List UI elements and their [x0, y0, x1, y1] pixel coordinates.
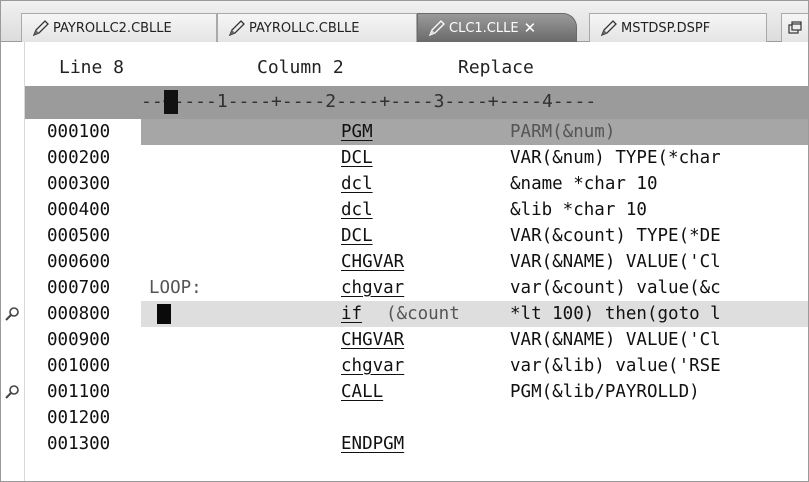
cl-parameters: (&count — [386, 304, 460, 324]
cl-parameters: &name *char 10 — [510, 174, 658, 194]
sequence-number: 000100 — [47, 122, 111, 142]
column-ruler: --+----1----+----2----+----3----+----4--… — [25, 86, 808, 119]
source-line[interactable]: 001200 — [25, 405, 808, 431]
cl-command: CALL — [341, 382, 384, 402]
code-area[interactable]: chgvar var(&lib) value('RSE — [141, 353, 808, 379]
sequence-number: 000900 — [47, 330, 111, 350]
source-line[interactable]: 000600 CHGVAR VAR(&NAME) VALUE('Cl — [25, 249, 808, 275]
source-line[interactable]: 000700 LOOP: chgvar var(&count) value(&c — [25, 275, 808, 301]
cl-parameters: var(&lib) value('RSE — [510, 356, 721, 376]
cl-command: ENDPGM — [341, 434, 405, 454]
breakpoint-gutter[interactable] — [1, 42, 25, 481]
pencil-icon — [428, 20, 445, 37]
tab-label: MSTDSP.DSPF — [621, 20, 711, 36]
cl-parameters: VAR(&NAME) VALUE('Cl — [510, 252, 721, 272]
ruler-cursor-marker — [164, 90, 178, 114]
breakpoint-icon[interactable] — [4, 306, 20, 322]
column-indicator: Column 2 — [257, 57, 344, 78]
sequence-number: 000500 — [47, 226, 111, 246]
lpex-editor[interactable]: Line 8 Column 2 Replace --+----1----+---… — [1, 42, 808, 481]
source-line[interactable]: 001300 ENDPGM — [25, 431, 808, 457]
sequence-number: 000200 — [47, 148, 111, 168]
cl-command: chgvar — [341, 356, 405, 376]
source-line[interactable]: 001100 CALL PGM(&lib/PAYROLLD) — [5, 379, 808, 405]
tab-mstdsp-dspf[interactable]: MSTDSP.DSPF — [589, 13, 767, 42]
tab-overflow-button[interactable] — [781, 13, 808, 42]
editor-window: PAYROLLC2.CBLLE PAYROLLC.CBLLE CLC1.CLLE… — [0, 0, 809, 482]
code-area[interactable]: if (&count *lt 100) then(goto l — [141, 301, 808, 327]
cl-parameters: PGM(&lib/PAYROLLD) — [510, 382, 700, 402]
source-line[interactable]: 000900 CHGVAR VAR(&NAME) VALUE('Cl — [25, 327, 808, 353]
cl-parameters: &lib *char 10 — [510, 200, 647, 220]
source-line[interactable]: 000300 dcl &name *char 10 — [25, 171, 808, 197]
tab-label: PAYROLLC2.CBLLE — [53, 20, 172, 36]
source-line[interactable]: 000200 DCL VAR(&num) TYPE(*char — [25, 145, 808, 171]
cl-command: PGM — [341, 122, 373, 142]
sequence-number: 000700 — [47, 278, 111, 298]
cl-command: CHGVAR — [341, 252, 405, 272]
code-area[interactable]: CHGVAR VAR(&NAME) VALUE('Cl — [141, 327, 808, 353]
source-lines: 000100 PGM PARM(&num) 000200 DCL VAR(&nu… — [5, 119, 808, 457]
cl-parameters: VAR(&num) TYPE(*char — [510, 148, 721, 168]
source-line[interactable]: 000100 PGM PARM(&num) — [25, 119, 808, 145]
editor-tab-bar: PAYROLLC2.CBLLE PAYROLLC.CBLLE CLC1.CLLE… — [1, 1, 808, 42]
text-cursor — [157, 304, 171, 324]
cl-command: DCL — [341, 148, 373, 168]
source-line[interactable]: 001000 chgvar var(&lib) value('RSE — [25, 353, 808, 379]
close-icon[interactable]: ✕ — [524, 19, 537, 37]
cl-parameters-rest: *lt 100) then(goto l — [510, 304, 721, 324]
code-area[interactable]: dcl &lib *char 10 — [141, 197, 808, 223]
tab-label: PAYROLLC.CBLLE — [249, 20, 360, 36]
cl-parameters: VAR(&NAME) VALUE('Cl — [510, 330, 721, 350]
cl-parameters: VAR(&count) TYPE(*DE — [510, 226, 721, 246]
line-indicator: Line 8 — [59, 57, 125, 78]
breakpoint-icon[interactable] — [4, 384, 20, 400]
source-line[interactable]: 000400 dcl &lib *char 10 — [25, 197, 808, 223]
tab-clc1-clle[interactable]: CLC1.CLLE ✕ — [417, 13, 577, 42]
sequence-number: 000600 — [47, 252, 111, 272]
insert-mode-indicator: Replace — [458, 57, 534, 78]
code-area[interactable]: ENDPGM — [141, 431, 808, 457]
sequence-number: 001000 — [47, 356, 111, 376]
pencil-icon — [32, 20, 49, 37]
code-area[interactable]: dcl &name *char 10 — [141, 171, 808, 197]
cl-command: CHGVAR — [341, 330, 405, 350]
sequence-number: 001100 — [47, 382, 111, 402]
code-area[interactable]: PGM PARM(&num) — [141, 119, 808, 145]
code-area[interactable]: DCL VAR(&count) TYPE(*DE — [141, 223, 808, 249]
source-line[interactable]: 000500 DCL VAR(&count) TYPE(*DE — [25, 223, 808, 249]
cl-label: LOOP: — [149, 278, 202, 298]
ruler-text: --+----1----+----2----+----3----+----4--… — [141, 91, 597, 112]
code-area[interactable]: DCL VAR(&num) TYPE(*char — [141, 145, 808, 171]
sequence-number: 001300 — [47, 434, 111, 454]
cl-command: dcl — [341, 174, 373, 194]
sequence-number: 000800 — [47, 304, 111, 324]
pencil-icon — [600, 20, 617, 37]
tab-label: CLC1.CLLE — [449, 20, 519, 36]
cl-command: if — [341, 304, 363, 324]
code-area[interactable]: CHGVAR VAR(&NAME) VALUE('Cl — [141, 249, 808, 275]
cl-parameters: var(&count) value(&c — [510, 278, 721, 298]
sequence-number: 000400 — [47, 200, 111, 220]
cl-command: dcl — [341, 200, 373, 220]
code-area[interactable]: CALL PGM(&lib/PAYROLLD) — [141, 379, 808, 405]
sequence-number: 000300 — [47, 174, 111, 194]
source-line-current[interactable]: 000800 if (&count *lt 100) then(goto l — [5, 301, 808, 327]
code-area[interactable] — [141, 405, 808, 431]
editor-status-line: Line 8 Column 2 Replace — [25, 42, 808, 86]
code-area[interactable]: LOOP: chgvar var(&count) value(&c — [141, 275, 808, 301]
tab-payrollc-cblle[interactable]: PAYROLLC.CBLLE — [217, 13, 417, 42]
pencil-icon — [228, 20, 245, 37]
cl-parameters: PARM(&num) — [510, 122, 616, 142]
window-list-icon — [788, 21, 802, 34]
tab-payrollc2-cblle[interactable]: PAYROLLC2.CBLLE — [21, 13, 217, 42]
cl-command: DCL — [341, 226, 373, 246]
sequence-number: 001200 — [47, 408, 111, 428]
cl-command: chgvar — [341, 278, 405, 298]
